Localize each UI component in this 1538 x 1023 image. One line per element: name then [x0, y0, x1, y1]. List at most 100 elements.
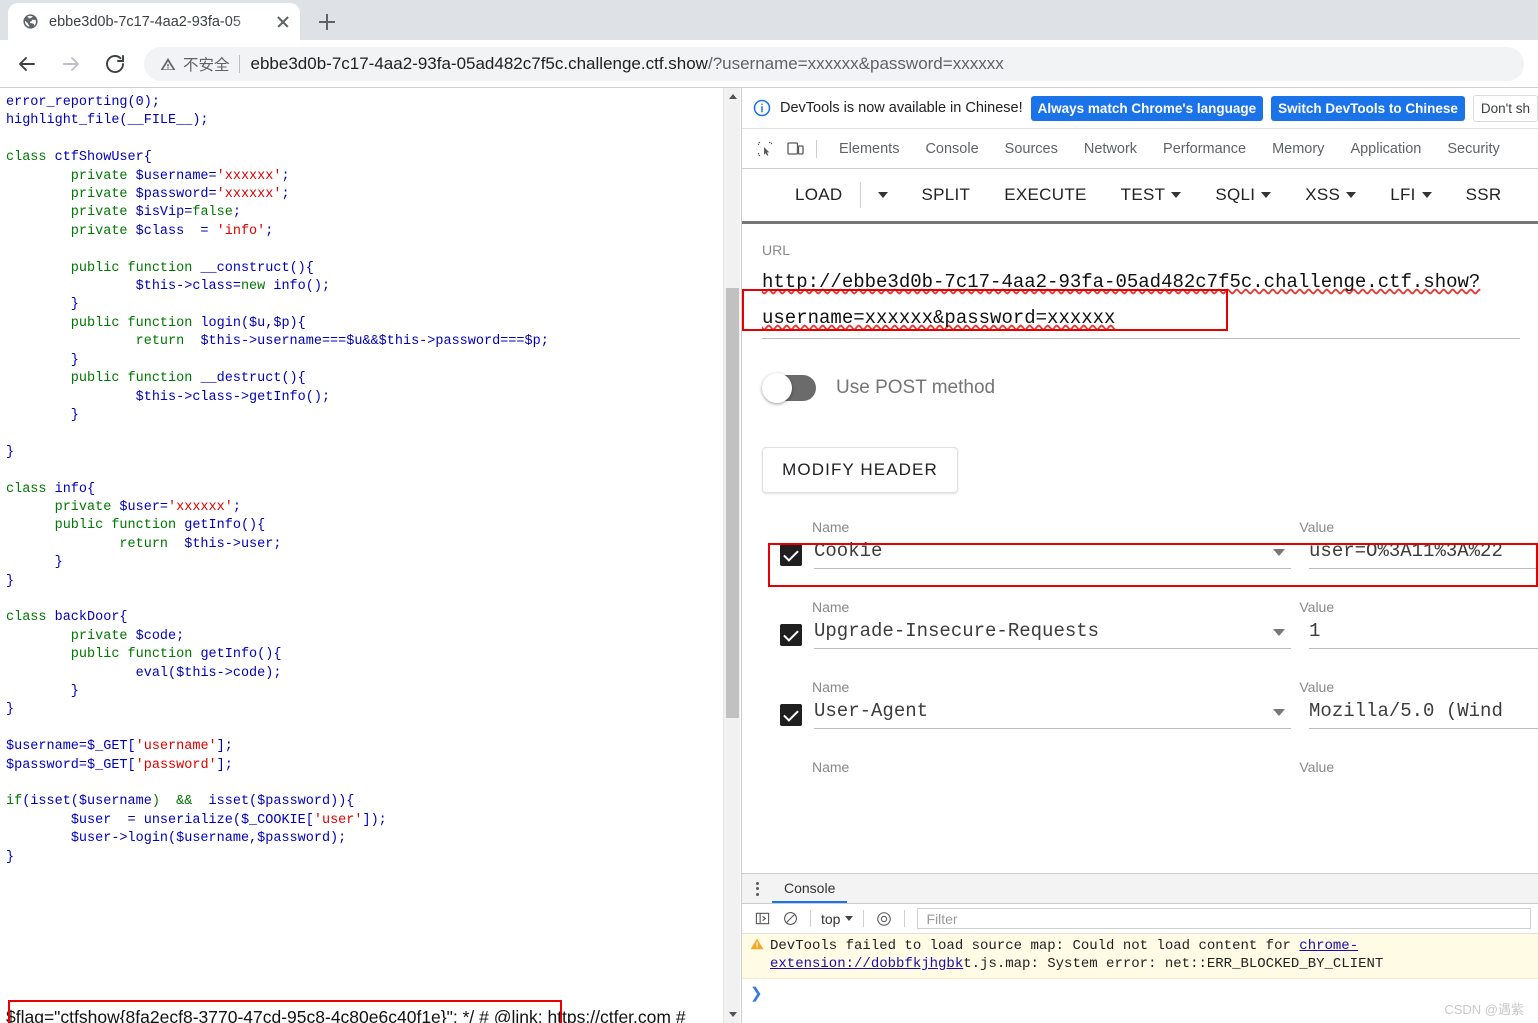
devtools-panel: DevTools is now available in Chinese! Al… [741, 88, 1538, 1023]
header-enabled-checkbox[interactable] [780, 703, 802, 726]
value-column-label: Value [1299, 599, 1335, 615]
hackbar-xss-menu[interactable]: XSS [1288, 185, 1373, 205]
hackbar-lfi-menu[interactable]: LFI [1373, 185, 1448, 205]
header-value-input[interactable]: 1 [1309, 620, 1538, 649]
header-name-text: Upgrade-Insecure-Requests [814, 620, 1100, 642]
header-name-text: Cookie [814, 540, 883, 562]
header-value-input[interactable]: user=O%3A11%3A%22 [1309, 540, 1538, 569]
hackbar-test-menu[interactable]: TEST [1104, 185, 1199, 205]
value-column-label: Value [1299, 679, 1335, 695]
tab-application[interactable]: Application [1337, 129, 1434, 168]
forward-icon[interactable] [54, 47, 88, 81]
chevron-down-icon [1171, 192, 1182, 198]
omnibox-divider [238, 54, 240, 73]
warning-triangle-icon [750, 937, 764, 973]
inspect-element-icon[interactable] [750, 135, 780, 163]
header-row-labels: Name Value [762, 679, 1538, 695]
hackbar-load-button[interactable]: LOAD [778, 185, 860, 205]
new-tab-button[interactable] [312, 7, 342, 37]
console-filter-input[interactable]: Filter [917, 908, 1531, 929]
name-column-label: Name [812, 599, 850, 615]
modify-header-button[interactable]: MODIFY HEADER [762, 447, 958, 493]
scroll-up-icon[interactable] [724, 88, 740, 105]
chevron-down-icon[interactable] [1273, 549, 1286, 556]
chevron-down-icon [877, 192, 888, 198]
tab-sources[interactable]: Sources [992, 129, 1071, 168]
reload-icon[interactable] [98, 47, 132, 81]
header-name-text: User-Agent [814, 700, 929, 722]
warning-text: DevTools failed to load source map: Coul… [770, 937, 1533, 973]
value-column-label: Value [1299, 759, 1335, 775]
flag-comment-text: $flag="ctfshow{8fa2ecf8-3770-47cd-95c8-4… [6, 1007, 686, 1023]
header-name-input[interactable]: Cookie [814, 540, 1292, 569]
hackbar-toolbar: LOAD SPLIT EXECUTE TEST SQLI XSS LFI SSR [742, 169, 1538, 224]
name-column-label: Name [812, 759, 850, 775]
use-post-toggle[interactable] [762, 373, 816, 403]
info-circle-icon [752, 98, 772, 118]
hackbar-execute-button[interactable]: EXECUTE [987, 185, 1103, 205]
header-rows-list: Name Value Cookie user=O%3A11%3A%22 Name… [762, 519, 1538, 827]
tab-security[interactable]: Security [1434, 129, 1512, 168]
tab-network[interactable]: Network [1071, 129, 1150, 168]
scroll-down-icon[interactable] [724, 1006, 740, 1023]
devtools-tab-bar: Elements Console Sources Network Perform… [742, 129, 1538, 169]
chevron-down-icon [1421, 192, 1432, 198]
url-path: /?username=xxxxxx&password=xxxxxx [707, 53, 1004, 73]
header-row-fields: Cookie user=O%3A11%3A%22 [762, 540, 1538, 569]
toolbar-divider [810, 910, 811, 927]
hackbar-xss-label: XSS [1305, 185, 1341, 204]
header-row-cookie: Name Value Cookie user=O%3A11%3A%22 [762, 519, 1538, 587]
console-context-selector[interactable]: top [817, 911, 857, 927]
close-icon[interactable] [272, 11, 294, 33]
header-row-upgrade-insecure-requests: Name Value Upgrade-Insecure-Requests 1 [762, 599, 1538, 667]
header-row-fields: Upgrade-Insecure-Requests 1 [762, 620, 1538, 649]
header-value-input[interactable]: Mozilla/5.0 (Wind [1309, 700, 1538, 729]
banner-message: DevTools is now available in Chinese! [780, 100, 1023, 116]
chevron-down-icon [845, 916, 854, 921]
more-options-icon[interactable] [742, 881, 772, 896]
browser-tab[interactable]: ebbe3d0b-7c17-4aa2-93fa-05 [8, 3, 300, 40]
scrollbar-thumb[interactable] [726, 288, 739, 718]
console-input-row[interactable]: ❯ [742, 979, 1538, 1007]
header-name-input[interactable]: Upgrade-Insecure-Requests [814, 620, 1292, 649]
hackbar-sqli-label: SQLI [1215, 185, 1256, 204]
console-warning-message: DevTools failed to load source map: Coul… [742, 934, 1538, 979]
hackbar-ssrf-menu[interactable]: SSR [1449, 185, 1519, 205]
url-line-2: username=xxxxxx&password=xxxxxx [762, 307, 1116, 329]
live-expression-eye-icon[interactable] [870, 906, 898, 932]
address-bar[interactable]: 不安全 ebbe3d0b-7c17-4aa2-93fa-05ad482c7f5c… [144, 46, 1524, 81]
header-name-input[interactable]: User-Agent [814, 700, 1292, 729]
page-viewport: error_reporting(0); highlight_file(__FIL… [0, 88, 740, 1023]
header-row-labels: Name Value [762, 519, 1538, 535]
clear-console-icon[interactable] [776, 906, 804, 932]
device-toolbar-icon[interactable] [780, 135, 810, 163]
always-match-language-button[interactable]: Always match Chrome's language [1030, 95, 1264, 121]
url-input[interactable]: http://ebbe3d0b-7c17-4aa2-93fa-05ad482c7… [762, 264, 1522, 336]
hackbar-sqli-menu[interactable]: SQLI [1198, 185, 1288, 205]
url-host: ebbe3d0b-7c17-4aa2-93fa-05ad482c7f5c.cha… [250, 53, 708, 73]
url-line-1: http://ebbe3d0b-7c17-4aa2-93fa-05ad482c7… [762, 271, 1481, 293]
header-row-empty: Name Value [762, 759, 1538, 827]
header-row-labels: Name Value [762, 759, 1538, 775]
chevron-down-icon[interactable] [1273, 629, 1286, 636]
switch-to-chinese-button[interactable]: Switch DevTools to Chinese [1271, 95, 1465, 121]
security-status-label: 不安全 [183, 56, 230, 74]
hackbar-load-dropdown[interactable] [861, 192, 905, 198]
value-column-label: Value [1299, 519, 1335, 535]
console-prompt-icon: ❯ [750, 985, 763, 1002]
tab-memory[interactable]: Memory [1259, 129, 1337, 168]
console-sidebar-icon[interactable] [748, 906, 776, 932]
dont-show-again-button[interactable]: Don't sh [1472, 94, 1538, 122]
hackbar-split-button[interactable]: SPLIT [905, 185, 988, 205]
tab-console[interactable]: Console [912, 129, 991, 168]
back-icon[interactable] [10, 47, 44, 81]
header-enabled-checkbox[interactable] [780, 543, 802, 566]
chevron-down-icon[interactable] [1273, 709, 1286, 716]
tab-elements[interactable]: Elements [826, 129, 912, 168]
page-scrollbar[interactable] [723, 88, 740, 1023]
url-field-label: URL [762, 242, 791, 258]
tab-performance[interactable]: Performance [1150, 129, 1259, 168]
tab-strip: ebbe3d0b-7c17-4aa2-93fa-05 [0, 0, 1538, 40]
drawer-tab-console[interactable]: Console [772, 874, 848, 903]
header-enabled-checkbox[interactable] [780, 623, 802, 646]
